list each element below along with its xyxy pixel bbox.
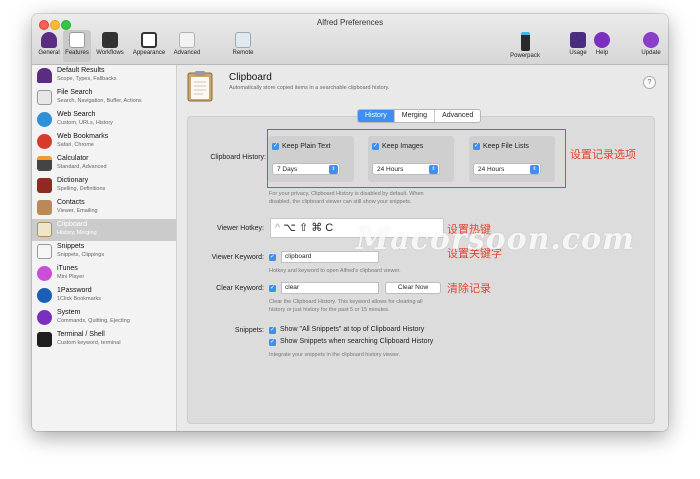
toolbar-powerpack[interactable]: Powerpack [506, 30, 544, 62]
terminal-icon [37, 332, 52, 347]
clear-keyword-note-line-2: history or just history for the past 5 o… [269, 307, 390, 313]
sidebar-item-system[interactable]: System Commands, Quitting, Ejecting [32, 307, 176, 329]
tab-advanced[interactable]: Advanced [435, 110, 480, 122]
show-all-snippets-checkbox[interactable]: ✓ [269, 327, 276, 334]
toolbar-help[interactable]: Help [592, 30, 612, 62]
viewer-keyword-label: Viewer Keyword: [211, 254, 264, 261]
sidebar-item-contacts[interactable]: Contacts Viewer, Emailing [32, 197, 176, 219]
history-options-highlight [267, 129, 566, 188]
tab-bar: History Merging Advanced [357, 109, 482, 123]
annotation-clear: 清除记录 [447, 282, 491, 295]
toolbar-features[interactable]: Features [63, 30, 91, 62]
toolbar-workflows[interactable]: Workflows [94, 30, 126, 62]
watermark: Macorsoon.com [356, 222, 635, 257]
viewer-keyword-note: Hotkey and keyword to open Alfred's clip… [269, 268, 401, 274]
calculator-icon [37, 156, 52, 171]
usage-icon [570, 32, 586, 48]
snippets-icon [37, 244, 52, 259]
sidebar-item-file-search[interactable]: File Search Search, Navigation, Buffer, … [32, 87, 176, 109]
annotation-history-options: 设置记录选项 [570, 148, 636, 161]
clear-keyword-checkbox[interactable]: ✓ [269, 285, 276, 292]
hat-icon [37, 68, 52, 83]
clear-keyword-label: Clear Keyword: [216, 285, 264, 292]
update-icon [643, 32, 659, 48]
show-snippets-search-checkbox[interactable]: ✓ [269, 339, 276, 346]
sidebar-item-web-search[interactable]: Web Search Custom, URLs, History [32, 109, 176, 131]
contacts-icon [37, 200, 52, 215]
tab-merging[interactable]: Merging [395, 110, 436, 122]
sidebar-item-web-bookmarks[interactable]: Web Bookmarks Safari, Chrome [32, 131, 176, 153]
clipboard-icon [187, 70, 213, 102]
magnifier-icon [37, 90, 52, 105]
music-note-icon [37, 266, 52, 281]
viewer-keyword-checkbox[interactable]: ✓ [269, 254, 276, 261]
globe-icon [37, 112, 52, 127]
help-icon [594, 32, 610, 48]
clear-now-button[interactable]: Clear Now [385, 282, 441, 294]
clear-keyword-note-line-1: Clear the Clipboard History. This keywor… [269, 299, 423, 305]
snippets-note: Integrate your snippets in the clipboard… [269, 352, 401, 358]
advanced-icon [179, 32, 195, 48]
sidebar: Default Results Scope, Types, Fallbacks … [32, 65, 177, 431]
help-button[interactable]: ? [643, 76, 656, 89]
clipboard-icon [37, 222, 52, 237]
clipboard-history-label: Clipboard History: [210, 154, 266, 161]
titlebar: Alfred Preferences General Features Work… [32, 14, 668, 65]
toolbar-update[interactable]: Update [638, 30, 664, 62]
toolbar-remote[interactable]: Remote [228, 30, 258, 62]
tab-history[interactable]: History [358, 110, 395, 122]
workflows-icon [102, 32, 118, 48]
window-title: Alfred Preferences [316, 18, 384, 27]
bookmark-icon [37, 134, 52, 149]
page-title: Clipboard [229, 72, 272, 83]
show-snippets-search-label: Show Snippets when searching Clipboard H… [280, 338, 434, 345]
toolbar-appearance[interactable]: Appearance [130, 30, 168, 62]
sidebar-item-dictionary[interactable]: Dictionary Spelling, Definitions [32, 175, 176, 197]
appearance-icon [141, 32, 157, 48]
snippets-label: Snippets: [234, 327, 264, 334]
hotkey-keys: ⌥ ⇧ ⌘ C [283, 222, 334, 234]
toolbar-usage[interactable]: Usage [567, 30, 589, 62]
remote-icon [235, 32, 251, 48]
powerpack-icon [520, 32, 530, 51]
power-icon [37, 310, 52, 325]
dictionary-icon [37, 178, 52, 193]
hat-icon [41, 32, 57, 48]
privacy-note-line-1: For your privacy, Clipboard History is d… [269, 191, 424, 197]
toolbar-general[interactable]: General [36, 30, 62, 62]
checklist-icon [69, 32, 85, 48]
viewer-hotkey-label: Viewer Hotkey: [217, 225, 264, 232]
hotkey-control-symbol: ^ [275, 222, 281, 234]
sidebar-item-itunes[interactable]: iTunes Mini Player [32, 263, 176, 285]
privacy-note-line-2: disabled, the clipboard viewer can still… [269, 199, 412, 205]
clear-keyword-input[interactable]: clear [281, 282, 379, 294]
show-all-snippets-label: Show "All Snippets" at top of Clipboard … [280, 326, 425, 333]
toolbar-advanced[interactable]: Advanced [171, 30, 203, 62]
sidebar-item-default-results[interactable]: Default Results Scope, Types, Fallbacks [32, 65, 176, 87]
keyhole-icon [37, 288, 52, 303]
page-subtitle: Automatically store copied items in a se… [229, 85, 390, 91]
